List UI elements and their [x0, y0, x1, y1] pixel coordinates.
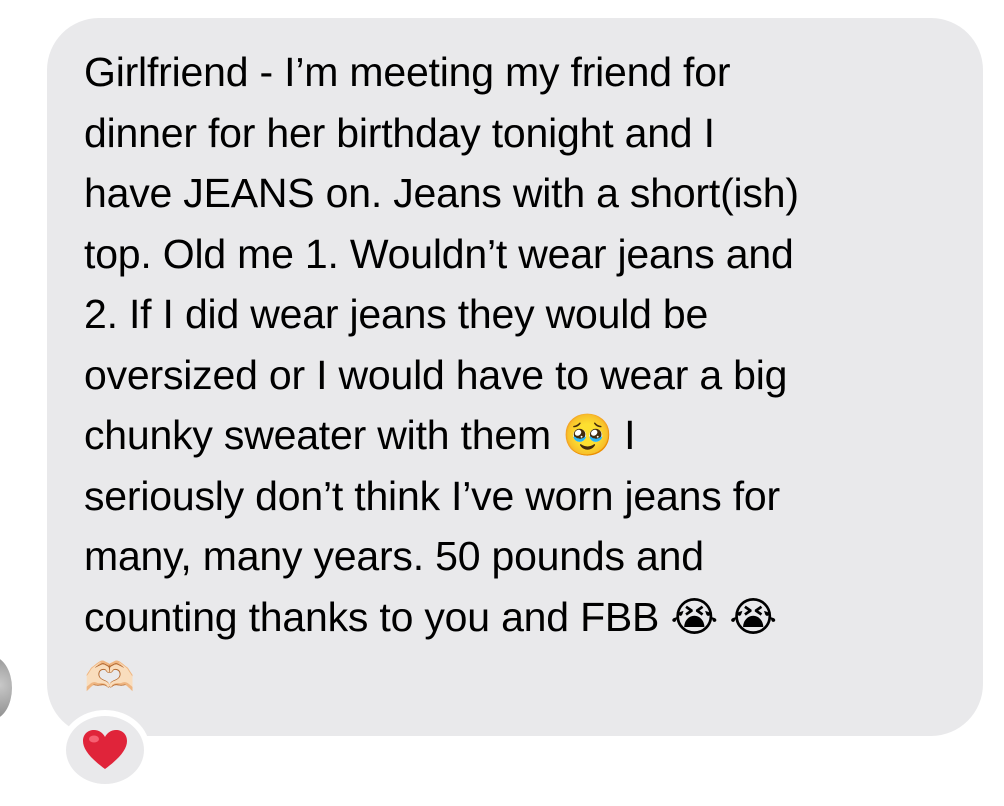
message-line: seriously don’t think I’ve worn jeans fo…	[84, 472, 780, 519]
message-line: chunky sweater with them 🥹 I	[84, 412, 636, 458]
heart-icon	[83, 730, 127, 769]
avatar[interactable]	[0, 656, 12, 720]
message-line: oversized or I would have to wear a big	[84, 351, 788, 398]
message-line: 🫶🏻	[84, 654, 135, 700]
message-line: Girlfriend - I’m meeting my friend for	[84, 49, 731, 95]
message-line: counting thanks to you and FBB 😭 😭	[84, 593, 778, 640]
message-line: have JEANS on. Jeans with a short(ish)	[84, 170, 799, 216]
message-line: top. Old me 1. Wouldn’t wear jeans and	[84, 230, 794, 277]
message-text: Girlfriend - I’m meeting my friend for d…	[84, 42, 964, 708]
message-line: many, many years. 50 pounds and	[84, 533, 704, 579]
message-line: dinner for her birthday tonight and I	[84, 109, 715, 156]
reaction-badge[interactable]	[60, 710, 150, 790]
message-line: 2. If I did wear jeans they would be	[84, 291, 709, 337]
